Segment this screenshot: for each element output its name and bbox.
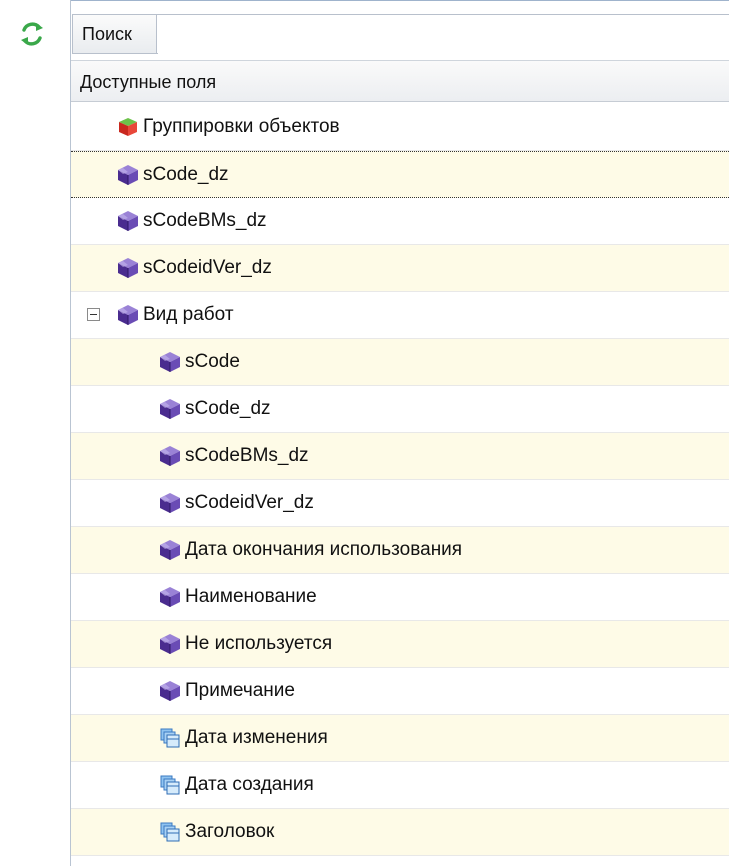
table-field-icon	[159, 727, 181, 749]
field-cube-icon	[159, 398, 181, 420]
tree-item-label: sCodeidVer_dz	[143, 257, 272, 278]
field-cube-icon	[159, 586, 181, 608]
collapse-toggle[interactable]	[87, 308, 100, 321]
tree-item[interactable]: sCode	[71, 339, 729, 386]
tree-item-label: Не используется	[185, 633, 333, 654]
tree-item-label: sCodeBMs_dz	[185, 445, 309, 466]
refresh-icon	[21, 22, 43, 46]
left-toolbar-strip	[0, 0, 71, 866]
tree-item[interactable]: Группировки объектов	[71, 104, 729, 151]
field-cube-icon	[159, 680, 181, 702]
tree-item-label: sCode_dz	[143, 164, 229, 185]
search-bar: Поиск	[72, 14, 729, 55]
field-cube-icon	[159, 633, 181, 655]
tree-item[interactable]: Дата окончания использования	[71, 527, 729, 574]
field-cube-icon	[117, 210, 139, 232]
tree-item-label: Группировки объектов	[143, 116, 340, 137]
tree-item-label: Дата изменения	[185, 727, 328, 748]
field-cube-icon	[159, 492, 181, 514]
field-cube-icon	[117, 164, 139, 186]
tree-item[interactable]: Примечание	[71, 668, 729, 715]
table-field-icon	[159, 821, 181, 843]
grouping-cube-icon	[117, 116, 139, 138]
tree-item-label: sCode	[185, 351, 240, 372]
window-top-border	[0, 0, 729, 1]
field-cube-icon	[117, 304, 139, 326]
tree-item[interactable]: Вид работ	[71, 292, 729, 339]
tree-item-label: Примечание	[185, 680, 295, 701]
tree-item-label: sCode_dz	[185, 398, 271, 419]
tree-item-label: Дата окончания использования	[185, 539, 463, 560]
tree-item[interactable]: Дата создания	[71, 762, 729, 809]
field-cube-icon	[117, 257, 139, 279]
tree-item[interactable]: sCodeBMs_dz	[71, 433, 729, 480]
tree-item-label: sCodeBMs_dz	[143, 210, 267, 231]
field-cube-icon	[159, 351, 181, 373]
field-cube-icon	[159, 445, 181, 467]
fields-tree: Группировки объектов sCode_dz sCodeBMs_dz s…	[71, 104, 729, 856]
tree-item-label: Заголовок	[185, 821, 275, 842]
tree-item[interactable]: Наименование	[71, 574, 729, 621]
tree-item[interactable]: sCode_dz	[71, 151, 729, 198]
available-fields-header: Доступные поля	[71, 60, 729, 102]
search-input[interactable]	[158, 15, 729, 55]
refresh-button[interactable]	[18, 20, 46, 48]
tree-item-label: sCodeidVer_dz	[185, 492, 314, 513]
tree-item[interactable]: Не используется	[71, 621, 729, 668]
tree-item[interactable]: sCodeidVer_dz	[71, 480, 729, 527]
tree-item[interactable]: Заголовок	[71, 809, 729, 856]
tree-item[interactable]: sCodeBMs_dz	[71, 198, 729, 245]
field-cube-icon	[159, 539, 181, 561]
table-field-icon	[159, 774, 181, 796]
tree-item-label: Дата создания	[185, 774, 314, 795]
tree-item-label: Вид работ	[143, 304, 234, 325]
tree-item[interactable]: sCode_dz	[71, 386, 729, 433]
tree-item[interactable]: Дата изменения	[71, 715, 729, 762]
search-label: Поиск	[73, 15, 157, 53]
tree-item-label: Наименование	[185, 586, 317, 607]
tree-item[interactable]: sCodeidVer_dz	[71, 245, 729, 292]
